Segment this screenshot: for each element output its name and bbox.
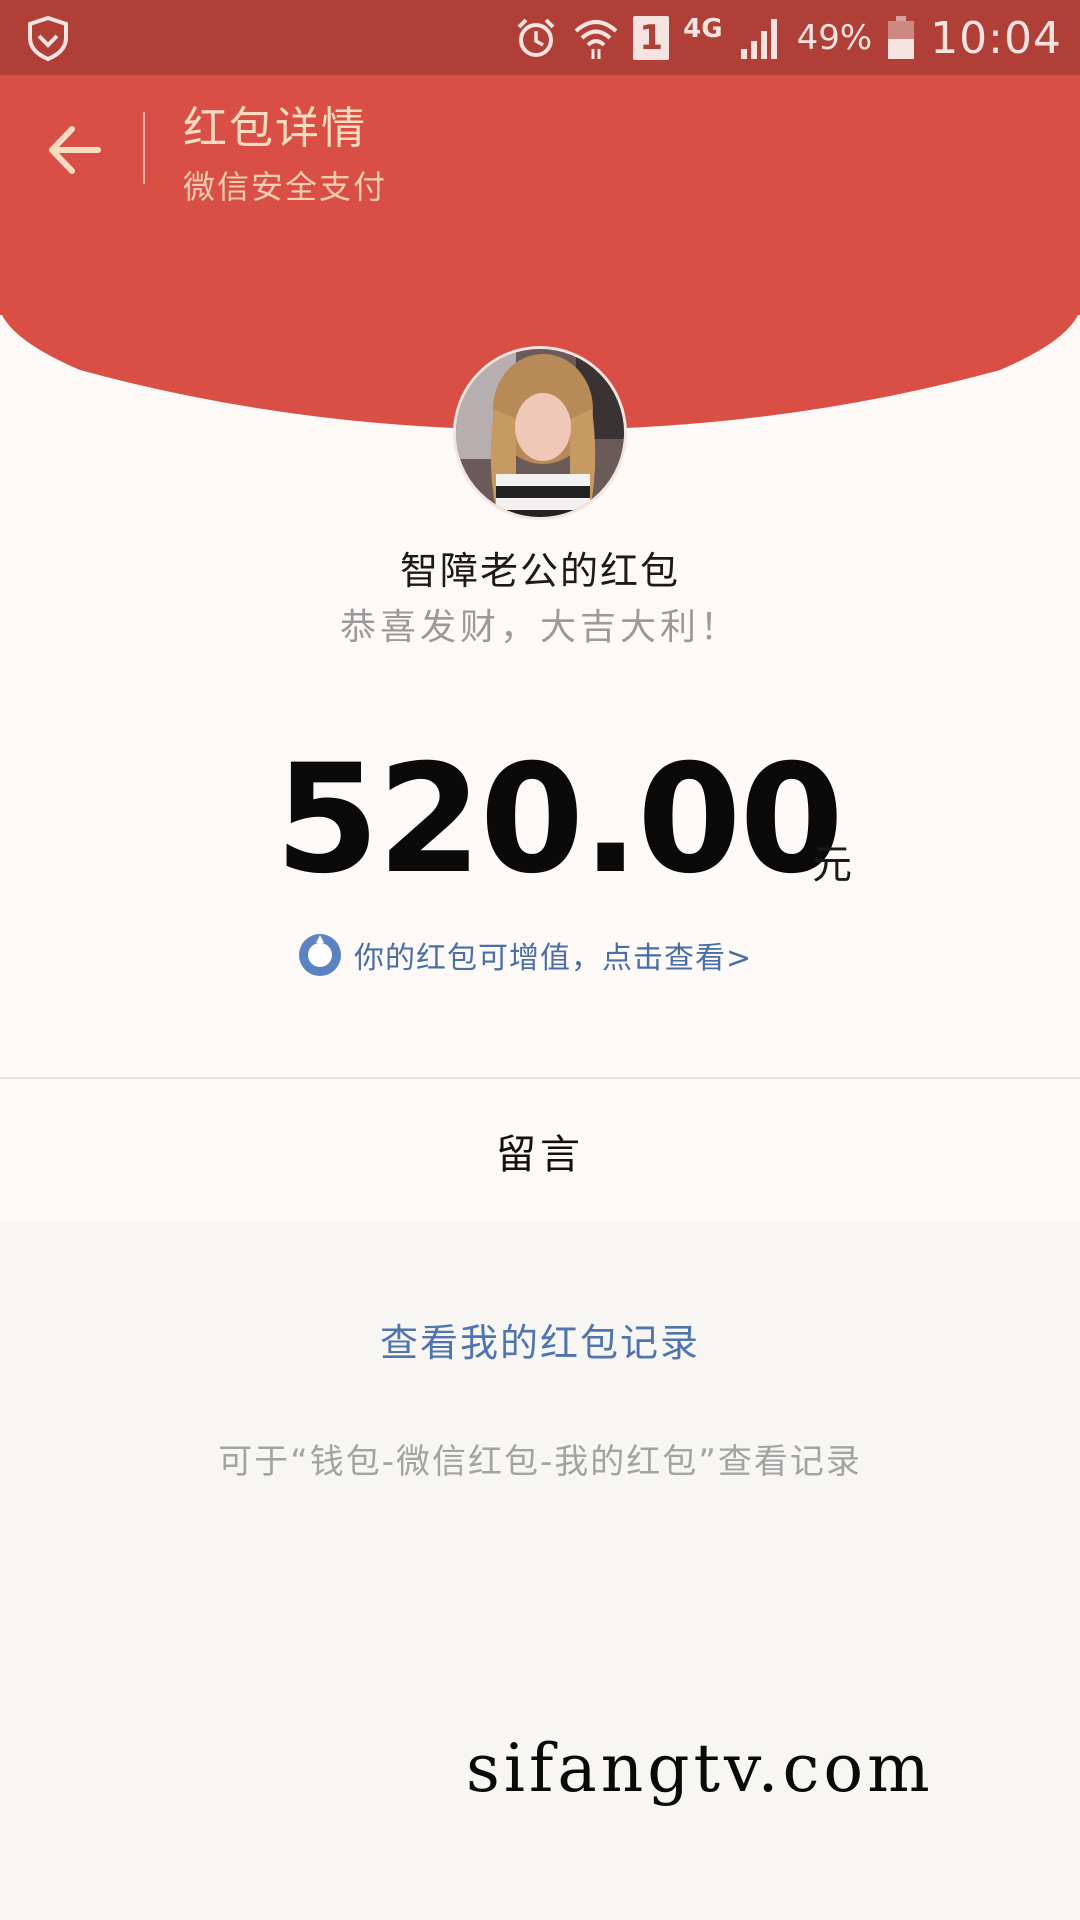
amount-value: 520.00 [275,733,844,907]
promo-link[interactable]: 你的红包可增值，点击查看> [296,930,752,980]
message-button[interactable]: 留言 [0,1079,1080,1222]
header-divider [143,112,145,184]
piggy-bank-icon [299,934,341,976]
header [0,75,1080,315]
promo-text: 你的红包可增值，点击查看> [354,941,753,976]
clock: 10:04 [930,12,1062,64]
view-records-link[interactable]: 查看我的红包记录 [0,1312,1080,1367]
records-hint: 可于“钱包-微信红包-我的红包”查看记录 [218,1442,862,1482]
network-type: 4G [683,14,723,44]
arrow-left-icon [49,126,101,174]
alarm-icon [517,18,555,57]
red-packet-detail-screen: 1 4G 49% 10:04 红包详情 微信安全支付 智障老公的红包 恭喜发财，… [0,0,1080,1920]
signal-icon [740,19,777,59]
amount-row: 520.00 元 [0,740,1080,900]
battery-percent: 49% [796,18,873,58]
page-subtitle: 微信安全支付 [183,168,388,206]
shield-icon [28,15,68,62]
wifi-icon [574,20,618,59]
avatar [453,346,627,520]
page-title: 红包详情 [183,103,367,154]
site-watermark: sifangtv.com [466,1730,934,1807]
sender-name: 智障老公的红包 [399,549,680,593]
amount-unit: 元 [812,842,852,888]
battery-icon [888,16,915,59]
back-button[interactable] [40,115,110,185]
sim-icon: 1 [633,16,670,60]
greeting-text: 恭喜发财，大吉大利！ [339,607,740,648]
status-bar: 1 4G 49% 10:04 [0,0,1080,75]
